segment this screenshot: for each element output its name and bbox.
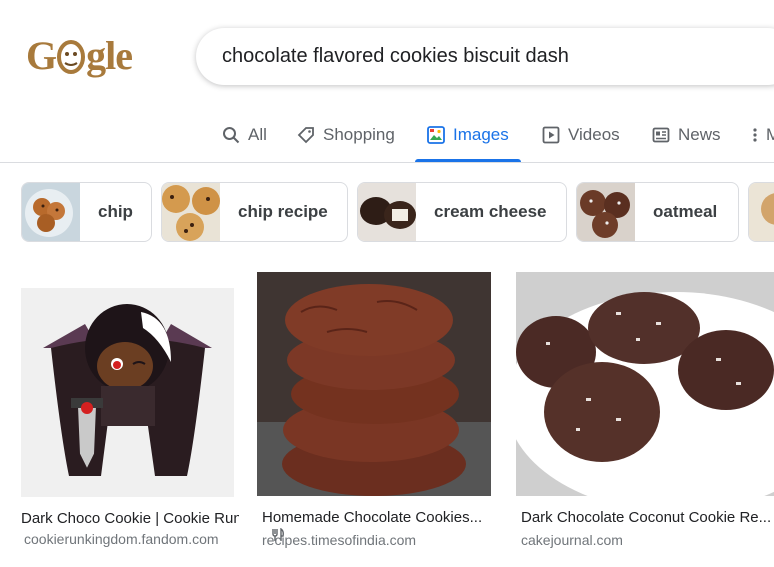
search-icon	[223, 127, 240, 144]
logo-text-left: G	[26, 33, 57, 78]
chip-thumbnail	[358, 183, 416, 241]
logo-text-right: gle	[86, 33, 133, 78]
tag-icon	[297, 127, 314, 144]
chip-label: cream cheese	[434, 202, 547, 221]
image-result-homemade[interactable]: Homemade Chocolate Cookies... recipes.ti…	[257, 272, 491, 554]
tab-all[interactable]: All	[222, 110, 267, 160]
image-result-coconut[interactable]: Dark Chocolate Coconut Cookie Re... cake…	[516, 272, 774, 554]
chip-thumbnail	[749, 183, 774, 241]
newspaper-icon	[652, 127, 670, 143]
tab-images[interactable]: Images	[415, 110, 521, 162]
tab-shopping-label: Shopping	[323, 125, 395, 144]
result-source: recipes.timesofindia.com	[262, 532, 417, 548]
result-title[interactable]: Dark Choco Cookie | Cookie Run...	[21, 510, 239, 527]
result-image[interactable]	[516, 272, 774, 496]
chip-partial[interactable]	[748, 182, 774, 242]
chip-thumbnail	[577, 183, 635, 241]
tab-all-label: All	[248, 125, 267, 144]
more-vert-icon	[753, 128, 757, 142]
search-tabs: All Shopping Images Videos News M	[0, 110, 774, 163]
chip-thumbnail	[162, 183, 220, 241]
result-title[interactable]: Dark Chocolate Coconut Cookie Re...	[521, 509, 774, 526]
tab-news[interactable]: News	[652, 110, 721, 160]
result-source: cookierunkingdom.fandom.com	[24, 531, 219, 547]
image-result-dark-choco[interactable]: Dark Choco Cookie | Cookie Run... cookie…	[21, 288, 239, 553]
image-icon	[427, 126, 445, 144]
result-title[interactable]: Homemade Chocolate Cookies...	[262, 509, 491, 526]
result-image[interactable]	[257, 272, 491, 496]
tab-images-label: Images	[453, 125, 509, 144]
tab-more[interactable]: M	[752, 110, 774, 160]
chip-oatmeal[interactable]: oatmeal	[576, 182, 739, 242]
search-input[interactable]: chocolate flavored cookies biscuit dash	[222, 45, 569, 68]
chip-label: oatmeal	[653, 202, 718, 221]
tab-videos-label: Videos	[568, 125, 620, 144]
tab-shopping[interactable]: Shopping	[297, 110, 395, 160]
tab-videos[interactable]: Videos	[542, 110, 620, 160]
chip-label: chip recipe	[238, 202, 328, 221]
tab-more-label: M	[766, 125, 774, 144]
doodle-portrait-icon	[57, 40, 86, 74]
result-image[interactable]	[21, 288, 234, 497]
chip-cream-cheese[interactable]: cream cheese	[357, 182, 567, 242]
result-source: cakejournal.com	[521, 532, 623, 548]
chip-chip-recipe[interactable]: chip recipe	[161, 182, 348, 242]
google-doodle-logo[interactable]: G gle	[26, 34, 142, 78]
search-box[interactable]: chocolate flavored cookies biscuit dash	[196, 28, 774, 85]
chip-thumbnail	[22, 183, 80, 241]
play-icon	[542, 126, 560, 144]
chip-chip[interactable]: chip	[21, 182, 152, 242]
tab-news-label: News	[678, 125, 721, 144]
chip-label: chip	[98, 202, 133, 221]
